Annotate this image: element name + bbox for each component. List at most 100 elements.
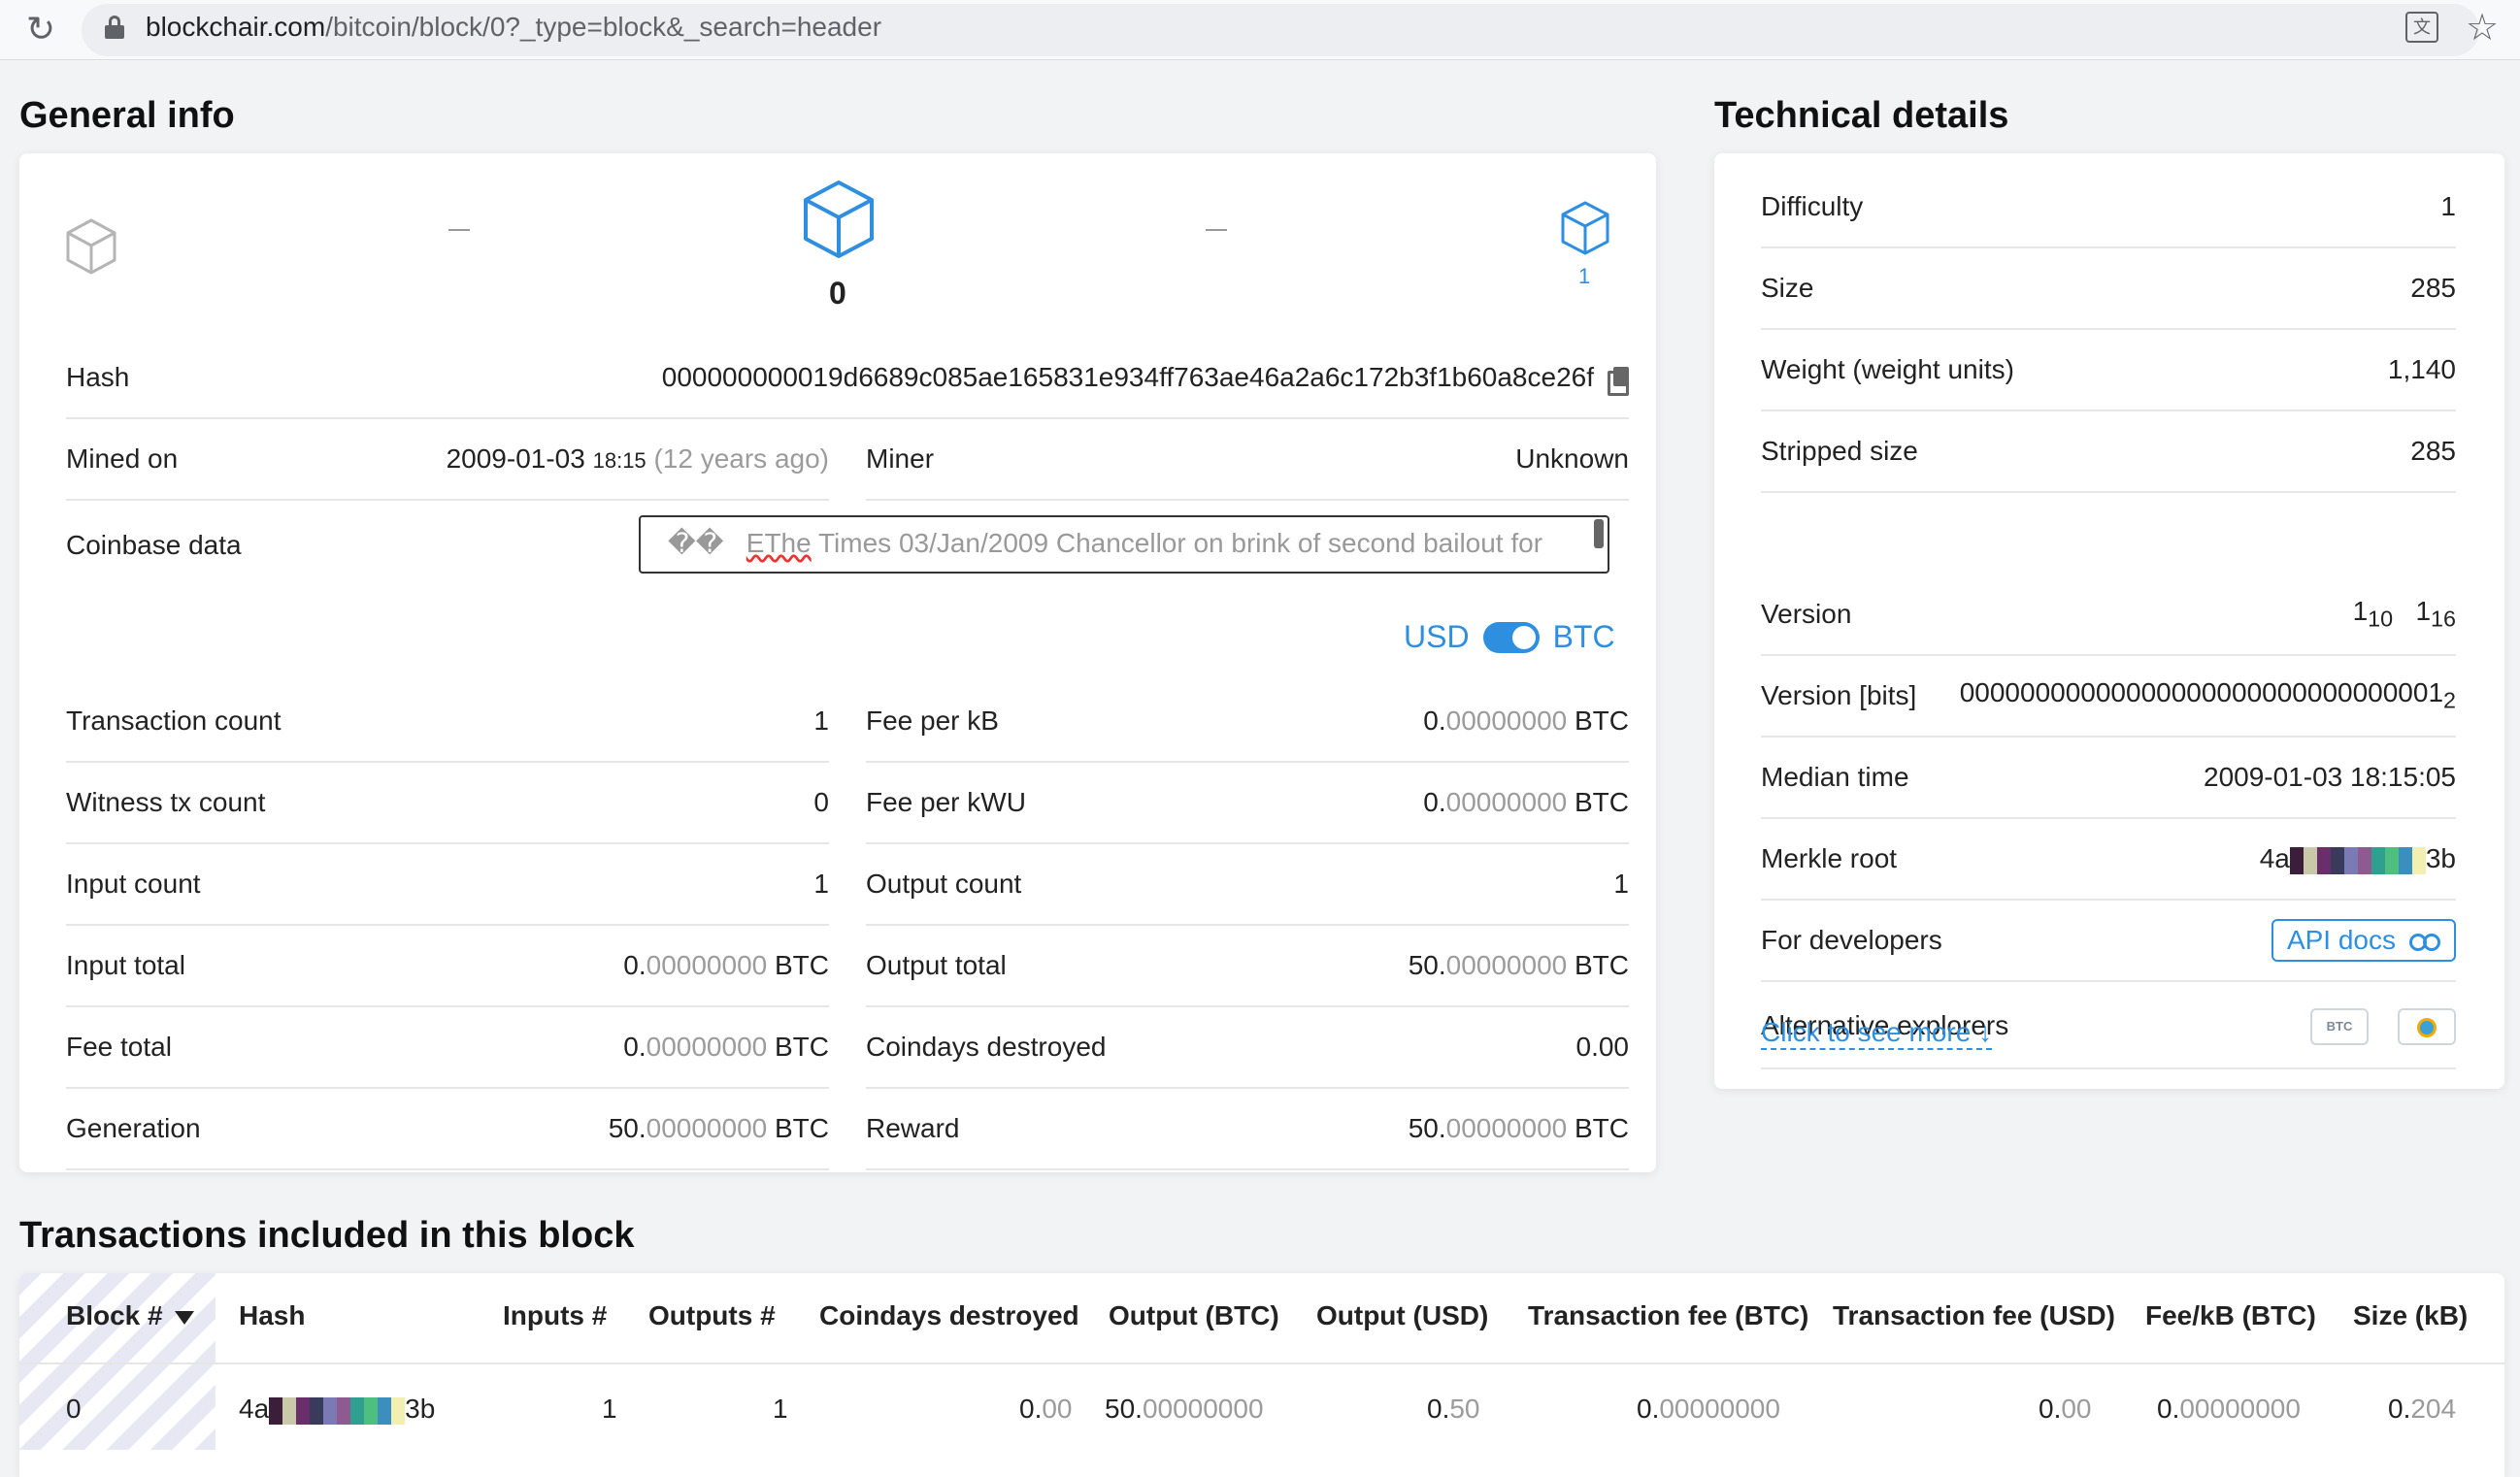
miner-row: Miner Unknown bbox=[866, 419, 1629, 501]
glasses-icon bbox=[2409, 932, 2440, 951]
tx-block-link[interactable]: 0 bbox=[66, 1394, 82, 1425]
see-more-link[interactable]: Click to see more ↓ bbox=[1761, 1017, 1993, 1050]
general-right-3-value: 50.00000000 BTC bbox=[1408, 950, 1629, 980]
general-right-4-row: Coindays destroyed 0.00 bbox=[866, 1007, 1629, 1089]
col-fee-btc[interactable]: Transaction fee (BTC) bbox=[1528, 1300, 1808, 1331]
tx-fee-btc: 0.00000000 bbox=[1637, 1394, 1780, 1424]
general-right-5-value: 50.00000000 BTC bbox=[1408, 1113, 1629, 1143]
general-left-2-value[interactable]: 1 bbox=[813, 869, 829, 900]
general-left-3-label: Input total bbox=[66, 950, 185, 980]
technical-row-3: Stripped size 285 bbox=[1761, 411, 2456, 493]
next-block-cube-icon[interactable] bbox=[1559, 200, 1611, 256]
nav-separator bbox=[448, 229, 470, 231]
tx-coindays: 0.00 bbox=[1019, 1394, 1073, 1424]
general-left-1-row: Witness tx count 0 bbox=[66, 763, 829, 844]
general-left-3-row: Input total 0.00000000 BTC bbox=[66, 926, 829, 1007]
technical-label: Difficulty bbox=[1761, 191, 1864, 221]
toggle-usd-label[interactable]: USD bbox=[1404, 619, 1470, 655]
general-right-5-label: Reward bbox=[866, 1113, 960, 1143]
previous-block-cube-icon bbox=[66, 218, 116, 275]
col-output-btc[interactable]: Output (BTC) bbox=[1109, 1300, 1279, 1331]
general-left-2-label: Input count bbox=[66, 869, 201, 899]
col-size[interactable]: Size (kB) bbox=[2353, 1300, 2468, 1331]
general-left-5-row: Generation 50.00000000 BTC bbox=[66, 1089, 829, 1170]
tx-output-btc: 50.00000000 bbox=[1105, 1394, 1264, 1424]
technical-value: 1,140 bbox=[2387, 354, 2456, 384]
next-block-number[interactable]: 1 bbox=[1578, 264, 1590, 289]
general-left-0-value[interactable]: 1 bbox=[813, 706, 829, 737]
hash-label: Hash bbox=[66, 362, 130, 392]
transactions-title: Transactions included in this block bbox=[19, 1215, 635, 1256]
general-left-4-value: 0.00000000 BTC bbox=[623, 1032, 829, 1062]
tx-fee-kb: 0.00000000 bbox=[2157, 1394, 2301, 1424]
api-docs-button[interactable]: API docs bbox=[2271, 919, 2456, 962]
technical-row-0: Difficulty 1 bbox=[1761, 167, 2456, 248]
url-text[interactable]: blockchair.com/bitcoin/block/0?_type=blo… bbox=[146, 12, 881, 43]
version-value: 110 116 bbox=[2352, 596, 2456, 632]
general-right-3-row: Output total 50.00000000 BTC bbox=[866, 926, 1629, 1007]
tx-hash-link[interactable]: 4a 3b bbox=[239, 1394, 435, 1425]
tx-output-usd: 0.50 bbox=[1427, 1394, 1480, 1424]
textarea-scrollbar[interactable] bbox=[1594, 519, 1604, 548]
col-coindays[interactable]: Coindays destroyed bbox=[819, 1300, 1079, 1331]
col-fee-usd[interactable]: Transaction fee (USD) bbox=[1833, 1300, 2115, 1331]
bookmark-star-icon[interactable]: ☆ bbox=[2466, 6, 2499, 49]
tx-size: 0.204 bbox=[2388, 1394, 2457, 1424]
technical-label: Weight (weight units) bbox=[1761, 354, 2014, 384]
median-time-row: Median time 2009-01-03 18:15:05 bbox=[1761, 738, 2456, 819]
merkle-root-value[interactable]: 4a 3b bbox=[2260, 843, 2456, 874]
developers-row: For developers API docs bbox=[1761, 901, 2456, 982]
toggle-btc-label[interactable]: BTC bbox=[1553, 619, 1615, 655]
technical-label: Stripped size bbox=[1761, 436, 1918, 466]
miner-label: Miner bbox=[866, 443, 935, 474]
hash-color-bar bbox=[269, 1396, 406, 1425]
tx-inputs: 1 bbox=[602, 1394, 617, 1424]
coinbase-textarea[interactable]: �� EThe Times 03/Jan/2009 Chancellor on … bbox=[639, 515, 1609, 574]
filter-icon[interactable] bbox=[174, 1310, 194, 1325]
general-right-0-value: 0.00000000 BTC bbox=[1423, 706, 1629, 736]
general-left-1-label: Witness tx count bbox=[66, 787, 266, 817]
general-left-3-value: 0.00000000 BTC bbox=[623, 950, 829, 980]
general-right-2-label: Output count bbox=[866, 869, 1022, 899]
technical-value: 285 bbox=[2410, 273, 2456, 303]
col-hash[interactable]: Hash bbox=[239, 1300, 305, 1331]
general-right-5-row: Reward 50.00000000 BTC bbox=[866, 1089, 1629, 1170]
technical-value: 285 bbox=[2410, 436, 2456, 466]
general-right-1-value: 0.00000000 BTC bbox=[1423, 787, 1629, 817]
version-row: Version 110 116 bbox=[1761, 574, 2456, 656]
btc-explorer-button[interactable]: BTC bbox=[2310, 1008, 2369, 1045]
translate-icon[interactable]: 文 bbox=[2405, 12, 2438, 43]
technical-label: Size bbox=[1761, 273, 1814, 303]
current-block-cube-icon bbox=[804, 181, 874, 258]
version-bits-value: 000000000000000000000000000000012 bbox=[1959, 677, 2456, 713]
general-right-0-row: Fee per kB 0.00000000 BTC bbox=[866, 681, 1629, 763]
technical-value: 1 bbox=[2440, 191, 2456, 221]
col-inputs[interactable]: Inputs # bbox=[503, 1300, 607, 1331]
col-outputs[interactable]: Outputs # bbox=[648, 1300, 776, 1331]
currency-switch[interactable] bbox=[1482, 621, 1540, 653]
col-output-usd[interactable]: Output (USD) bbox=[1316, 1300, 1488, 1331]
general-right-2-value[interactable]: 1 bbox=[1613, 869, 1629, 900]
arrow-down-icon: ↓ bbox=[1978, 1017, 1993, 1047]
hash-value[interactable]: 000000000019d6689c085ae165831e934ff763ae… bbox=[662, 362, 1594, 392]
general-left-1-value[interactable]: 0 bbox=[813, 787, 829, 818]
lock-icon[interactable] bbox=[105, 14, 124, 41]
general-left-0-row: Transaction count 1 bbox=[66, 681, 829, 763]
general-right-1-label: Fee per kWU bbox=[866, 787, 1026, 817]
hexagon-icon bbox=[2417, 1017, 2437, 1037]
currency-toggle[interactable]: USD BTC bbox=[1404, 619, 1615, 655]
miner-link[interactable]: Unknown bbox=[1515, 443, 1629, 475]
col-block[interactable]: Block # bbox=[66, 1300, 194, 1331]
hash-value-wrap: 000000000019d6689c085ae165831e934ff763ae… bbox=[662, 362, 1629, 396]
reload-icon[interactable]: ↻ bbox=[21, 10, 60, 49]
mined-on-row: Mined on 2009-01-03 18:15 (12 years ago) bbox=[66, 419, 829, 501]
general-left-5-label: Generation bbox=[66, 1113, 201, 1143]
hexagon-explorer-button[interactable] bbox=[2398, 1008, 2456, 1045]
copy-icon[interactable] bbox=[1608, 366, 1629, 396]
hash-row: Hash 000000000019d6689c085ae165831e934ff… bbox=[66, 338, 1629, 419]
technical-row-1: Size 285 bbox=[1761, 248, 2456, 330]
col-fee-kb[interactable]: Fee/kB (BTC) bbox=[2145, 1300, 2316, 1331]
tx-fee-usd: 0.00 bbox=[2039, 1394, 2092, 1424]
hash-color-bar bbox=[2289, 846, 2426, 874]
transactions-table: Block # Hash Inputs # Outputs # Coindays… bbox=[19, 1273, 2504, 1477]
